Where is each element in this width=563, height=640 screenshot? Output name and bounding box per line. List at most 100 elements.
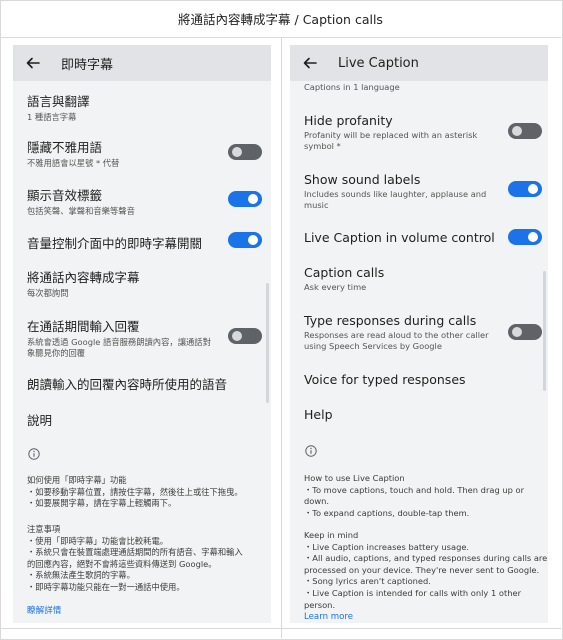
setting-sound-labels[interactable]: 顯示音效標籤 包括笑聲、掌聲和音樂等聲音 [27, 185, 135, 217]
how-to-line: ・如要移動字幕位置，請按住字幕，然後往上或往下拖曳。 [27, 486, 243, 497]
setting-subtitle: 不雅用語會以星號 * 代替 [27, 158, 120, 168]
keep-in-mind-section: Keep in mind ・Live Caption increases bat… [304, 530, 547, 611]
setting-title: 音量控制介面中的即時字幕開關 [27, 236, 203, 251]
keep-in-mind-line: person. [304, 599, 336, 610]
setting-sound-labels[interactable]: Show sound labels Includes sounds like l… [304, 172, 486, 211]
header-title: 將通話內容轉成字幕 / Caption calls [178, 12, 383, 27]
how-to-line: ・如要展開字幕，請在字幕上輕觸兩下。 [27, 498, 177, 509]
setting-caption-calls[interactable]: Caption calls Ask every time [304, 265, 384, 293]
setting-title: 在通話期間輸入回覆 [27, 319, 140, 334]
setting-title: Caption calls [304, 265, 385, 280]
column-divider [281, 37, 282, 638]
keep-in-mind-line: ・即時字幕功能只能在一對一通話中使用。 [27, 581, 185, 592]
bottom-divider [0, 628, 561, 629]
live-caption-screen-zh: 即時字幕 語言與翻譯 1 種語言字幕 隱藏不雅用語 不雅用語會以星號 * 代替 … [13, 45, 271, 623]
setting-subtitle: Profanity will be replaced with an aster… [304, 130, 478, 140]
setting-caption-calls[interactable]: 將通話內容轉成字幕 每次都詢問 [27, 267, 140, 299]
volume-control-toggle[interactable] [508, 229, 542, 245]
toggle-knob [528, 184, 538, 194]
setting-title: Help [304, 407, 333, 422]
keep-in-mind-line: ・All audio, captions, and typed response… [304, 553, 548, 564]
hide-profanity-toggle[interactable] [508, 123, 542, 139]
keep-in-mind-title: 注意事項 [27, 524, 61, 534]
setting-title: 朗讀輸入的回覆內容時所使用的語音 [27, 377, 228, 392]
setting-title: Show sound labels [304, 172, 421, 187]
setting-subtitle: Ask every time [304, 282, 367, 292]
live-caption-screen-en: Live Caption Captions in 1 language Hide… [290, 45, 548, 623]
app-title: 即時字幕 [61, 57, 114, 73]
setting-subtitle: music [304, 200, 329, 210]
setting-title: 說明 [27, 413, 53, 428]
scrollbar[interactable] [266, 283, 269, 403]
setting-volume-control[interactable]: Live Caption in volume control [304, 230, 495, 245]
setting-type-responses[interactable]: Type responses during calls Responses ar… [304, 313, 489, 352]
setting-hide-profanity[interactable]: Hide profanity Profanity will be replace… [304, 113, 477, 152]
setting-title: Voice for typed responses [304, 372, 466, 387]
setting-subtitle: 象聽見你的回覆 [27, 348, 86, 358]
setting-title: Hide profanity [304, 113, 393, 128]
setting-subtitle: using Speech Services by Google [304, 341, 442, 351]
setting-voice[interactable]: 朗讀輸入的回覆內容時所使用的語音 [27, 374, 227, 393]
toggle-knob [232, 331, 242, 341]
hide-profanity-toggle[interactable] [228, 144, 262, 160]
toggle-knob [248, 235, 258, 245]
setting-language[interactable]: 語言與翻譯 1 種語言字幕 [27, 91, 90, 123]
back-arrow-icon[interactable] [302, 55, 318, 71]
learn-more-link[interactable]: 瞭解詳情 [27, 604, 61, 616]
how-to-section: 如何使用「即時字幕」功能 ・如要移動字幕位置，請按住字幕，然後往上或往下拖曳。 … [27, 475, 243, 510]
keep-in-mind-section: 注意事項 ・使用「即時字幕」功能會比較耗電。 ・系統只會在裝置端處理通話期間的所… [27, 524, 243, 594]
keep-in-mind-line: ・系統無法產生歌詞的字幕。 [27, 570, 135, 581]
setting-volume-control[interactable]: 音量控制介面中的即時字幕開關 [27, 233, 202, 252]
keep-in-mind-line: ・Song lyrics aren't captioned. [304, 576, 431, 587]
keep-in-mind-line: ・使用「即時字幕」功能會比較耗電。 [27, 535, 169, 546]
setting-help[interactable]: 說明 [27, 410, 52, 429]
type-responses-toggle[interactable] [228, 328, 262, 344]
app-bar: Live Caption [290, 45, 548, 81]
setting-subtitle: 包括笑聲、掌聲和音樂等聲音 [27, 206, 135, 216]
setting-title: Live Caption in volume control [304, 230, 495, 245]
info-icon [28, 448, 40, 460]
setting-title: 隱藏不雅用語 [27, 140, 103, 155]
toggle-knob [512, 126, 522, 136]
setting-subtitle: symbol * [304, 141, 341, 151]
scrollbar[interactable] [543, 271, 546, 391]
toggle-knob [248, 194, 258, 204]
setting-subtitle: 1 種語言字幕 [27, 112, 77, 122]
keep-in-mind-line: processed on your device. They're never … [304, 564, 540, 575]
how-to-line: down. [304, 496, 330, 507]
keep-in-mind-line: ・Live Caption increases battery usage. [304, 541, 470, 552]
keep-in-mind-line: ・Live Caption is intended for calls with… [304, 587, 521, 598]
type-responses-toggle[interactable] [508, 324, 542, 340]
how-to-title: How to use Live Caption [304, 473, 405, 483]
how-to-title: 如何使用「即時字幕」功能 [27, 475, 127, 485]
learn-more-link[interactable]: Learn more [304, 612, 353, 622]
setting-voice[interactable]: Voice for typed responses [304, 372, 466, 387]
setting-title: 顯示音效標籤 [27, 188, 103, 203]
setting-hide-profanity[interactable]: 隱藏不雅用語 不雅用語會以星號 * 代替 [27, 137, 119, 169]
setting-subtitle: 每次都詢問 [27, 288, 69, 298]
sound-labels-toggle[interactable] [228, 191, 262, 207]
keep-in-mind-title: Keep in mind [304, 530, 359, 540]
setting-help[interactable]: Help [304, 407, 333, 422]
info-icon [305, 445, 317, 457]
keep-in-mind-line: 的回應內容，絕對不會將這些資料傳送到 Google。 [27, 558, 217, 569]
volume-control-toggle[interactable] [228, 232, 262, 248]
setting-subtitle: Includes sounds like laughter, applause … [304, 189, 487, 199]
language-summary[interactable]: Captions in 1 language [304, 82, 400, 93]
sound-labels-toggle[interactable] [508, 181, 542, 197]
setting-type-responses[interactable]: 在通話期間輸入回覆 系統會透過 Google 語音服務朗讀內容，讓通話對 象聽見… [27, 316, 211, 359]
setting-title: 將通話內容轉成字幕 [27, 270, 140, 285]
back-arrow-icon[interactable] [25, 55, 41, 71]
setting-title: Type responses during calls [304, 313, 477, 328]
keep-in-mind-line: ・系統只會在裝置端處理通話期間的所有語音、字幕和輸入 [27, 547, 243, 558]
toggle-knob [512, 327, 522, 337]
app-title: Live Caption [338, 55, 419, 71]
setting-subtitle: 系統會透過 Google 語音服務朗讀內容，讓通話對 [27, 337, 211, 347]
app-bar: 即時字幕 [13, 45, 271, 81]
setting-subtitle: Responses are read aloud to the other ca… [304, 330, 489, 340]
setting-title: 語言與翻譯 [27, 94, 90, 109]
toggle-knob [528, 232, 538, 242]
page-header: 將通話內容轉成字幕 / Caption calls [0, 0, 561, 38]
how-to-line: ・To expand captions, double-tap them. [304, 507, 470, 518]
how-to-line: ・To move captions, touch and hold. Then … [304, 484, 524, 495]
